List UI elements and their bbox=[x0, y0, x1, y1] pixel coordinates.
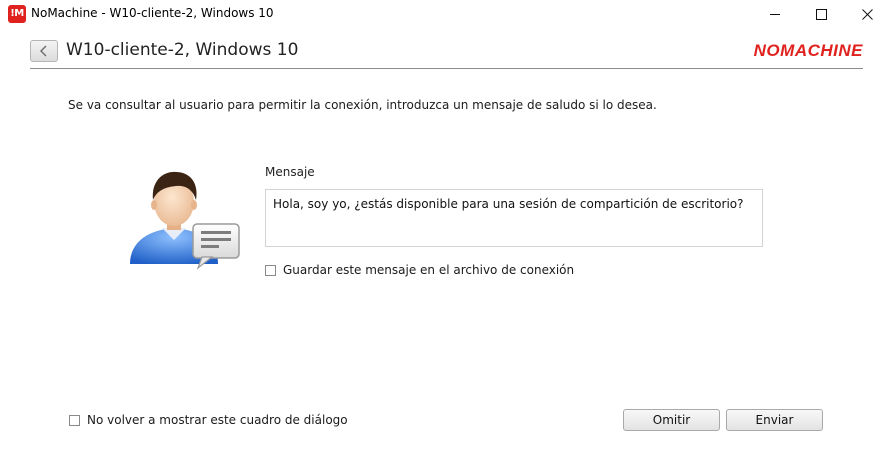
send-button[interactable]: Enviar bbox=[726, 409, 823, 431]
dont-show-again-checkbox[interactable] bbox=[69, 415, 80, 426]
minimize-icon bbox=[770, 13, 780, 15]
message-textarea[interactable]: Hola, soy yo, ¿estás disponible para una… bbox=[265, 189, 763, 247]
save-message-label[interactable]: Guardar este mensaje en el archivo de co… bbox=[283, 263, 574, 277]
back-button[interactable] bbox=[30, 40, 58, 62]
window-title: NoMachine - W10-cliente-2, Windows 10 bbox=[31, 6, 274, 20]
close-icon bbox=[861, 8, 873, 20]
page-title: W10-cliente-2, Windows 10 bbox=[66, 40, 299, 60]
save-message-checkbox[interactable] bbox=[265, 265, 276, 276]
minimize-button[interactable] bbox=[752, 0, 798, 28]
nomachine-logo: NOMACHINE bbox=[753, 41, 863, 60]
maximize-button[interactable] bbox=[798, 0, 844, 28]
dont-show-again-label[interactable]: No volver a mostrar este cuadro de diálo… bbox=[87, 413, 348, 427]
chevron-left-icon bbox=[40, 45, 47, 57]
omit-button[interactable]: Omitir bbox=[623, 409, 720, 431]
page-header: W10-cliente-2, Windows 10 NOMACHINE bbox=[30, 36, 863, 69]
nomachine-app-icon: !M bbox=[8, 5, 26, 23]
instruction-text: Se va consultar al usuario para permitir… bbox=[68, 98, 657, 112]
window-titlebar: !M NoMachine - W10-cliente-2, Windows 10 bbox=[0, 0, 890, 28]
maximize-icon bbox=[815, 8, 827, 20]
message-label: Mensaje bbox=[265, 165, 315, 179]
close-button[interactable] bbox=[844, 0, 890, 28]
user-with-message-icon bbox=[130, 171, 240, 270]
